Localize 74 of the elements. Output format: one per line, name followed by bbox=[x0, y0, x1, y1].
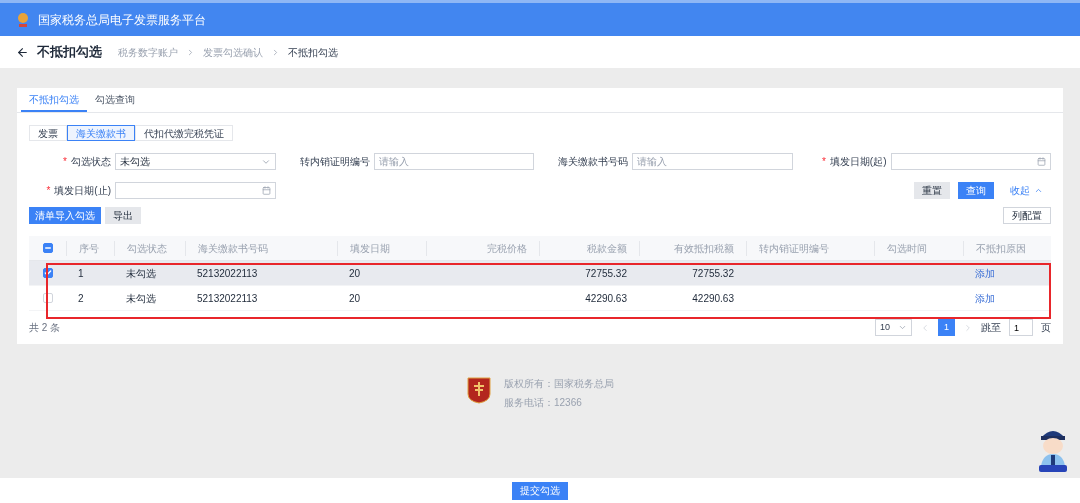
chevron-up-icon bbox=[1034, 186, 1043, 195]
page-input[interactable]: 1 bbox=[1009, 319, 1033, 336]
tab[interactable]: 不抵扣勾选 bbox=[21, 88, 87, 112]
minus-icon bbox=[43, 244, 52, 252]
footer-text: 版权所有：国家税务总局 bbox=[504, 377, 614, 391]
back-icon[interactable] bbox=[16, 45, 29, 59]
column-header: 有效抵扣税额 bbox=[639, 240, 746, 256]
field-label: 填发日期(止) bbox=[54, 184, 111, 198]
column-header: 序号 bbox=[66, 240, 114, 256]
table-cell-text: 42290.63 bbox=[584, 291, 628, 306]
query-button[interactable]: 查询 bbox=[958, 182, 994, 199]
shield-logo-icon bbox=[466, 376, 492, 404]
select-field[interactable]: 未勾选 bbox=[115, 153, 276, 170]
page-size-select[interactable]: 10 bbox=[875, 319, 912, 336]
table-cell-text: 52132022113 bbox=[196, 291, 259, 306]
jump-label: 跳至 bbox=[981, 321, 1001, 335]
caret-icon bbox=[898, 323, 907, 332]
select-all-checkbox[interactable] bbox=[42, 243, 53, 253]
table-cell-text: 20 bbox=[348, 266, 362, 281]
required-mark: * bbox=[63, 155, 67, 169]
table-cell-text: 72755.32 bbox=[584, 266, 628, 281]
column-config-button[interactable]: 列配置 bbox=[1003, 207, 1051, 224]
table-row[interactable]: 1 未勾选 52132022113 20 72755.32 72755.32 添加 bbox=[29, 261, 1051, 286]
chevron-icon bbox=[271, 47, 280, 57]
column-header: 不抵扣原因 bbox=[963, 240, 1052, 256]
required-mark: * bbox=[46, 184, 51, 198]
column-header: 勾选状态 bbox=[114, 240, 185, 256]
field-label: 填发日期(起) bbox=[829, 155, 887, 169]
input-field[interactable]: 请输入 bbox=[632, 153, 793, 170]
check-icon bbox=[43, 269, 52, 277]
date-field[interactable] bbox=[890, 153, 1051, 170]
emblem-icon bbox=[16, 11, 30, 28]
footer-text: 服务电话：12366 bbox=[504, 396, 583, 410]
page-unit: 页 bbox=[1041, 321, 1051, 335]
app-title: 国家税务总局电子发票服务平台 bbox=[38, 11, 206, 29]
calendar-icon bbox=[1037, 157, 1046, 166]
field-label: 转内销证明编号 bbox=[299, 155, 370, 169]
table-cell-text: 42290.63 bbox=[691, 291, 735, 306]
reset-button[interactable]: 重置 bbox=[914, 182, 950, 199]
chevron-icon bbox=[186, 47, 195, 57]
table-cell-text: 1 bbox=[77, 266, 85, 281]
column-header: 完税价格 bbox=[426, 240, 539, 256]
checkbox[interactable] bbox=[42, 268, 53, 278]
import-button[interactable]: 清单导入勾选 bbox=[29, 207, 101, 224]
column-header: 勾选时间 bbox=[874, 240, 963, 256]
collapse-link[interactable]: 收起 bbox=[1002, 183, 1051, 198]
export-button[interactable]: 导出 bbox=[105, 207, 141, 224]
column-header: 填发日期 bbox=[337, 240, 426, 256]
add-link[interactable]: 添加 bbox=[963, 290, 1052, 306]
input-field[interactable]: 请输入 bbox=[373, 153, 534, 170]
date-field[interactable] bbox=[115, 182, 276, 199]
breadcrumb-item: 不抵扣勾选 bbox=[288, 45, 338, 60]
field-label: 勾选状态 bbox=[71, 155, 111, 169]
type-toggle[interactable]: 代扣代缴完税凭证 bbox=[135, 125, 233, 141]
required-mark: * bbox=[821, 155, 826, 169]
table-cell-text: 未勾选 bbox=[125, 266, 157, 281]
table-cell-text: 未勾选 bbox=[125, 291, 157, 306]
type-toggle[interactable]: 发票 bbox=[29, 125, 67, 141]
column-header: 转内销证明编号 bbox=[746, 240, 874, 256]
table-cell-text: 20 bbox=[348, 291, 362, 306]
field-label: 海关缴款书号码 bbox=[558, 155, 628, 169]
page-title: 不抵扣勾选 bbox=[37, 43, 102, 62]
page-number[interactable]: 1 bbox=[938, 319, 955, 336]
add-link[interactable]: 添加 bbox=[963, 265, 1052, 281]
total-count: 共 2 条 bbox=[29, 321, 61, 335]
column-header: 海关缴款书号码 bbox=[185, 240, 337, 256]
calendar-icon bbox=[261, 186, 271, 195]
table-cell-text: 2 bbox=[77, 291, 85, 306]
submit-button[interactable]: 提交勾选 bbox=[512, 481, 568, 500]
table-cell-text: 52132022113 bbox=[196, 266, 259, 281]
column-header: 税款金额 bbox=[539, 240, 639, 256]
tab[interactable]: 勾选查询 bbox=[87, 88, 143, 112]
table-cell-text: 72755.32 bbox=[691, 266, 735, 281]
type-toggle[interactable]: 海关缴款书 bbox=[67, 125, 135, 141]
